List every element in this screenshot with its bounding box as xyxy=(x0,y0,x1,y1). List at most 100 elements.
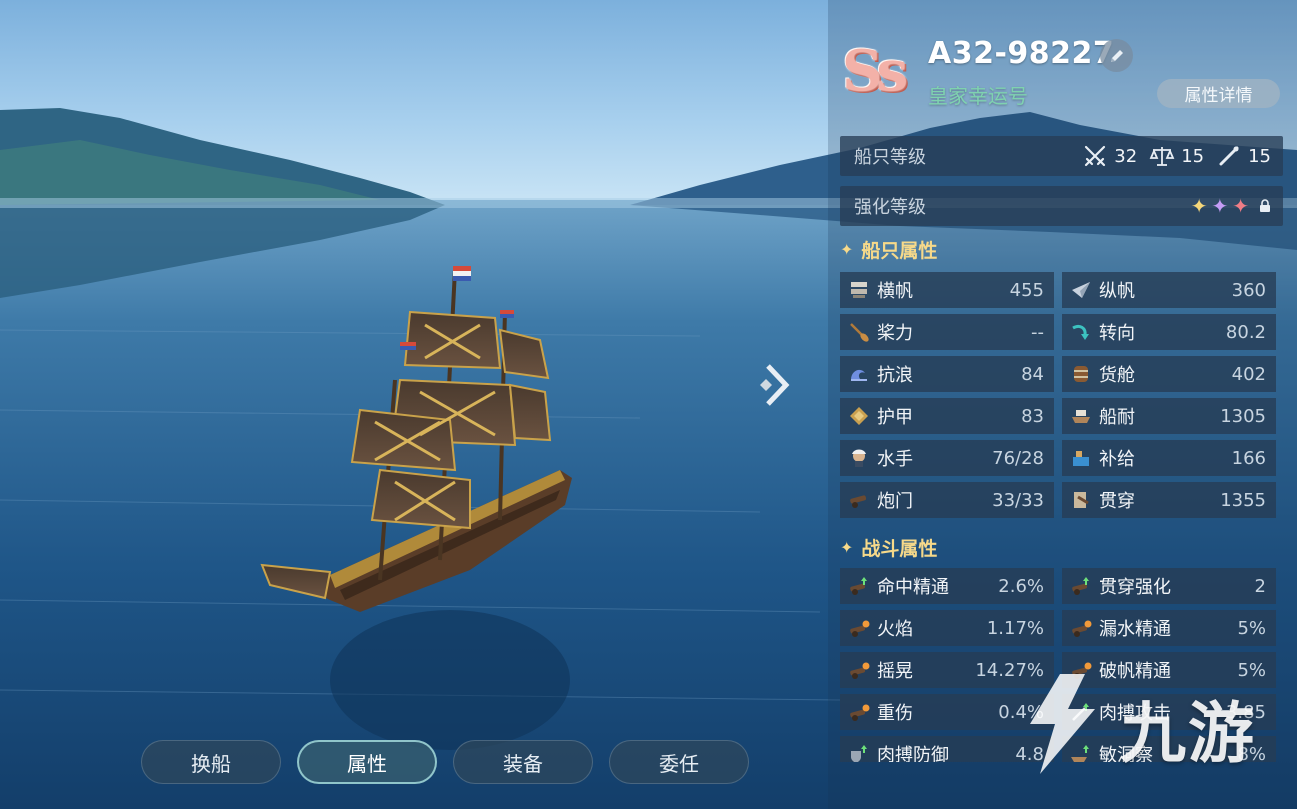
tab-equipment[interactable]: 装备 xyxy=(453,740,593,784)
cannon-up-icon xyxy=(846,573,872,599)
sparkle-icon: ✦ xyxy=(840,538,854,557)
stat-hit-mastery: 命中精通 2.6% xyxy=(840,568,1054,604)
shield-up-icon xyxy=(846,741,872,762)
cannon-icon xyxy=(846,487,872,513)
stat-fire: 火焰 1.17% xyxy=(840,610,1054,646)
gold-star-icon: ✦ xyxy=(1190,194,1208,218)
stat-name: 横帆 xyxy=(877,281,913,302)
armor-plate-icon xyxy=(846,403,872,429)
stat-value: 455 xyxy=(1009,279,1044,301)
cannon-fire-icon xyxy=(846,615,872,641)
combat-attributes-title-text: 战斗属性 xyxy=(861,538,938,560)
explore-level-value: 15 xyxy=(1248,145,1271,167)
stat-name: 补给 xyxy=(1099,449,1135,470)
stat-value: 166 xyxy=(1231,447,1266,469)
stat-gunports: 炮门 33/33 xyxy=(840,482,1054,518)
stat-name: 贯穿 xyxy=(1099,491,1135,512)
collapse-panel-arrow-icon[interactable] xyxy=(756,360,796,410)
stat-value: 360 xyxy=(1231,279,1266,301)
cannon-fire-icon xyxy=(846,657,872,683)
spyglass-icon xyxy=(1216,143,1242,169)
tab-change-ship[interactable]: 换船 xyxy=(141,740,281,784)
stat-name: 漏水精通 xyxy=(1099,619,1171,640)
ship-attributes-title: ✦ 船只属性 xyxy=(840,236,937,263)
pierce-icon xyxy=(1068,487,1094,513)
stat-cargo: 货舱 402 xyxy=(1062,356,1276,392)
supply-icon xyxy=(1068,445,1094,471)
stat-leak-mastery: 漏水精通 5% xyxy=(1062,610,1276,646)
cannon-fire-icon xyxy=(846,699,872,725)
tab-appoint[interactable]: 委任 xyxy=(609,740,749,784)
stat-turning: 转向 80.2 xyxy=(1062,314,1276,350)
attribute-details-button[interactable]: 属性详情 xyxy=(1157,79,1280,108)
scales-icon xyxy=(1149,143,1175,169)
enhance-level-bar: 强化等级 ✦ ✦ ✦ xyxy=(840,186,1283,226)
enhance-level-label: 强化等级 xyxy=(854,197,926,218)
combat-attributes-title: ✦ 战斗属性 xyxy=(840,534,937,561)
purple-star-icon: ✦ xyxy=(1211,194,1229,218)
stat-value: 5% xyxy=(1237,659,1266,681)
stat-name: 炮门 xyxy=(877,491,913,512)
stat-supply: 补给 166 xyxy=(1062,440,1276,476)
trade-level-value: 15 xyxy=(1181,145,1205,167)
stat-name: 火焰 xyxy=(877,619,913,640)
stat-value: 83 xyxy=(1021,405,1044,427)
cannon-fire-icon xyxy=(1068,615,1094,641)
stat-name: 肉搏防御 xyxy=(877,745,949,762)
tab-attributes[interactable]: 属性 xyxy=(297,740,437,784)
stat-name: 重伤 xyxy=(877,703,913,724)
stat-value: -- xyxy=(1031,321,1044,343)
ship-attributes-title-text: 船只属性 xyxy=(861,240,938,262)
stat-value: 1355 xyxy=(1220,489,1266,511)
stat-value: 84 xyxy=(1021,363,1044,385)
stat-value: 33/33 xyxy=(992,489,1044,511)
stat-value: 2.6% xyxy=(998,575,1044,597)
pencil-icon xyxy=(1110,49,1123,62)
ship-level-bar: 船只等级 32 15 15 xyxy=(840,136,1283,176)
stat-value: 80.2 xyxy=(1225,321,1266,343)
stat-square-sail: 横帆 455 xyxy=(840,272,1054,308)
stat-sailors: 水手 76/28 xyxy=(840,440,1054,476)
stat-name: 摇晃 xyxy=(877,661,913,682)
turn-arrow-icon xyxy=(1068,319,1094,345)
stat-oar: 桨力 -- xyxy=(840,314,1054,350)
stat-name: 货舱 xyxy=(1099,365,1135,386)
rename-button[interactable] xyxy=(1100,39,1133,72)
square-sail-icon xyxy=(846,277,872,303)
lock-icon xyxy=(1259,199,1271,213)
stat-wave-resist: 抗浪 84 xyxy=(840,356,1054,392)
stat-value: 2 xyxy=(1254,575,1266,597)
fore-aft-sail-icon xyxy=(1068,277,1094,303)
ship-name: 皇家幸运号 xyxy=(928,84,1028,108)
stat-durability: 船耐 1305 xyxy=(1062,398,1276,434)
stat-value: 402 xyxy=(1231,363,1266,385)
wave-icon xyxy=(846,361,872,387)
stat-name: 转向 xyxy=(1099,323,1135,344)
stat-pierce-boost: 贯穿强化 2 xyxy=(1062,568,1276,604)
ship-grade-badge: Ss xyxy=(842,38,908,104)
ship-level-label: 船只等级 xyxy=(854,147,926,168)
stat-name: 抗浪 xyxy=(877,365,913,386)
sailor-icon xyxy=(846,445,872,471)
stat-fore-aft-sail: 纵帆 360 xyxy=(1062,272,1276,308)
cannon-up-icon xyxy=(1068,573,1094,599)
combat-level-value: 32 xyxy=(1114,145,1138,167)
stat-value: 5% xyxy=(1237,617,1266,639)
stat-name: 纵帆 xyxy=(1099,281,1135,302)
red-star-icon: ✦ xyxy=(1232,194,1249,218)
stat-name: 船耐 xyxy=(1099,407,1135,428)
stat-name: 桨力 xyxy=(877,323,913,344)
hull-icon xyxy=(1068,403,1094,429)
crossed-swords-icon xyxy=(1082,143,1108,169)
stat-value: 1.17% xyxy=(986,617,1044,639)
stat-name: 水手 xyxy=(877,449,913,470)
stat-armor: 护甲 83 xyxy=(840,398,1054,434)
stat-pierce: 贯穿 1355 xyxy=(1062,482,1276,518)
oar-icon xyxy=(846,319,872,345)
sparkle-icon: ✦ xyxy=(840,240,854,259)
stat-name: 命中精通 xyxy=(877,577,949,598)
barrel-icon xyxy=(1068,361,1094,387)
watermark-text: 九游 xyxy=(1120,695,1256,772)
stat-value: 76/28 xyxy=(992,447,1044,469)
watermark-logo-icon xyxy=(1030,674,1095,774)
